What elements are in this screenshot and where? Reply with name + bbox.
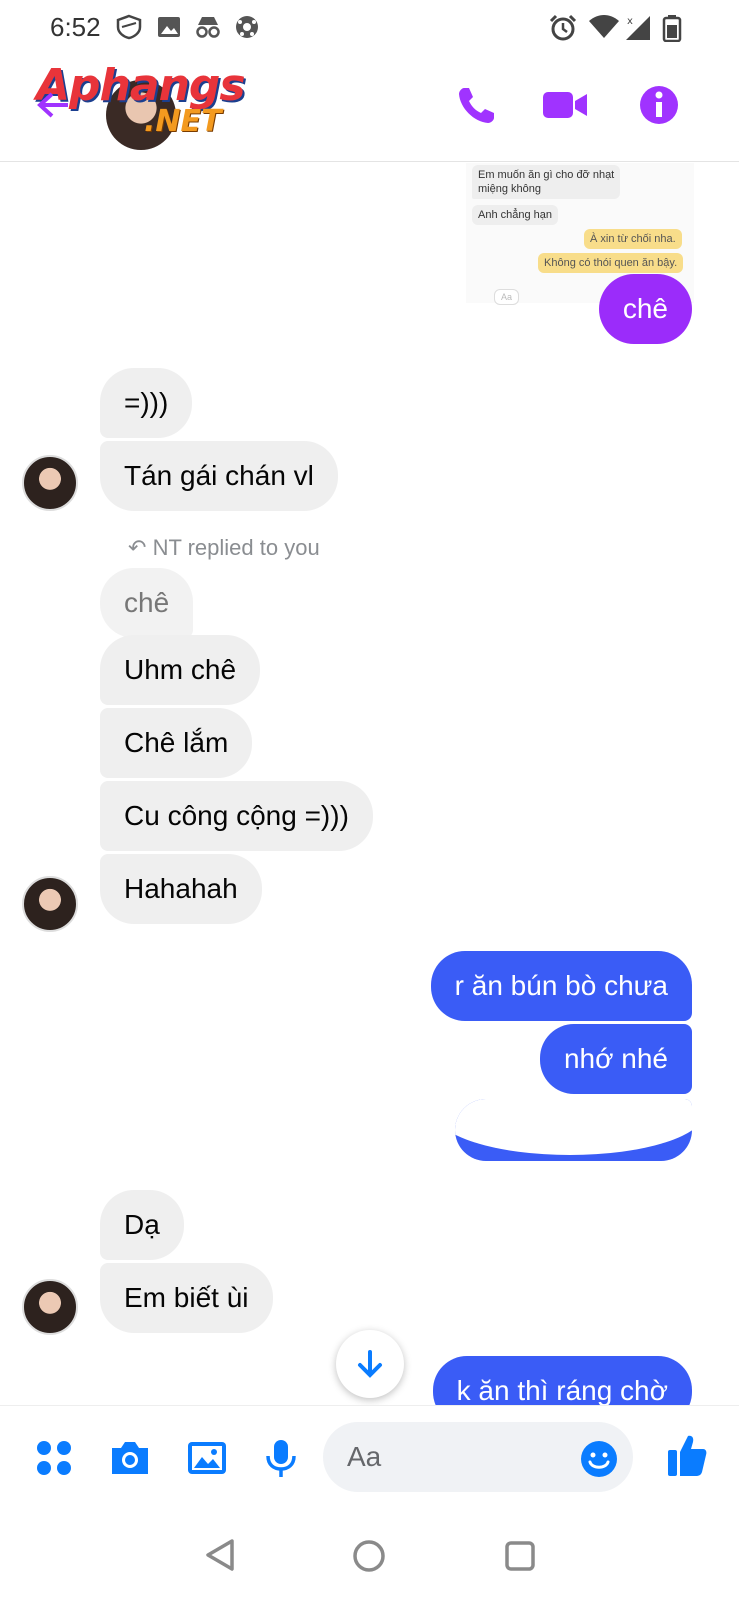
wifi-icon (589, 15, 619, 38)
reply-arrow-icon: ↶ (128, 535, 147, 560)
gallery-icon[interactable] (186, 1438, 228, 1478)
shot-message: Anh chẳng hạn (472, 205, 559, 225)
incoming-message[interactable]: Em biết ùi (100, 1263, 273, 1333)
reply-label: ↶ NT replied to you (128, 535, 320, 560)
signal-icon: x (626, 16, 650, 40)
menu-dots-icon[interactable] (34, 1438, 74, 1478)
quoted-message[interactable]: chê (100, 568, 194, 638)
redaction-overlay (455, 1099, 692, 1155)
watermark-logo: Aphangs .NET (36, 60, 266, 150)
shield-icon (116, 14, 142, 40)
shot-input: Aa (494, 289, 520, 305)
incoming-message[interactable]: Hahahah (100, 854, 262, 924)
incoming-message[interactable]: Cu công cộng =))) (100, 781, 373, 851)
status-time: 6:52 (50, 12, 101, 42)
soccer-ball-icon (236, 16, 258, 38)
outgoing-message[interactable]: chê (598, 274, 692, 344)
emoji-icon[interactable] (580, 1440, 618, 1478)
phone-call-icon[interactable] (452, 80, 502, 130)
redacted-message[interactable] (455, 1099, 692, 1161)
incoming-message[interactable]: Dạ (100, 1190, 184, 1260)
image-icon (158, 17, 180, 37)
info-icon[interactable] (634, 80, 684, 130)
back-arrow-icon[interactable] (36, 90, 70, 120)
system-nav-bar (0, 1511, 739, 1600)
incoming-message[interactable]: Tán gái chán vl (100, 441, 338, 511)
microphone-icon[interactable] (264, 1438, 298, 1478)
outgoing-message[interactable]: r ăn bún bò chưa (430, 951, 692, 1021)
message-composer (0, 1405, 739, 1511)
shot-message: Em muốn ăn gì cho đỡ nhạt miệng không (472, 165, 621, 199)
status-bar: 6:52 x (0, 0, 739, 52)
incoming-message[interactable]: Uhm chê (100, 635, 261, 705)
svg-text:x: x (627, 16, 633, 27)
thumbs-up-icon[interactable] (666, 1432, 708, 1478)
nav-back-icon[interactable] (204, 1538, 236, 1572)
message-list[interactable]: Em muốn ăn gì cho đỡ nhạt miệng không Anh… (0, 163, 739, 1405)
outgoing-message[interactable]: nhớ nhé (539, 1024, 692, 1094)
chat-header: Aphangs .NET (0, 52, 739, 162)
logo-subtext: .NET (144, 104, 222, 139)
shot-message: Không có thói quen ăn bậy. (538, 253, 684, 273)
contact-avatar[interactable] (22, 876, 78, 932)
scroll-to-bottom-button[interactable] (336, 1330, 404, 1398)
video-call-icon[interactable] (540, 80, 590, 130)
shot-message: À xin từ chối nha. (584, 229, 682, 249)
battery-icon (662, 15, 682, 42)
incoming-message[interactable]: =))) (100, 368, 193, 438)
incognito-icon (196, 17, 220, 38)
camera-icon[interactable] (108, 1438, 152, 1478)
contact-avatar[interactable] (22, 455, 78, 511)
arrow-down-icon (358, 1350, 382, 1378)
incoming-message[interactable]: Chê lắm (100, 708, 253, 778)
outgoing-message[interactable]: k ăn thì ráng chờ (432, 1356, 692, 1405)
contact-avatar[interactable] (22, 1279, 78, 1335)
alarm-icon (549, 14, 577, 41)
nav-recents-icon[interactable] (504, 1540, 536, 1572)
nav-home-icon[interactable] (352, 1539, 386, 1573)
